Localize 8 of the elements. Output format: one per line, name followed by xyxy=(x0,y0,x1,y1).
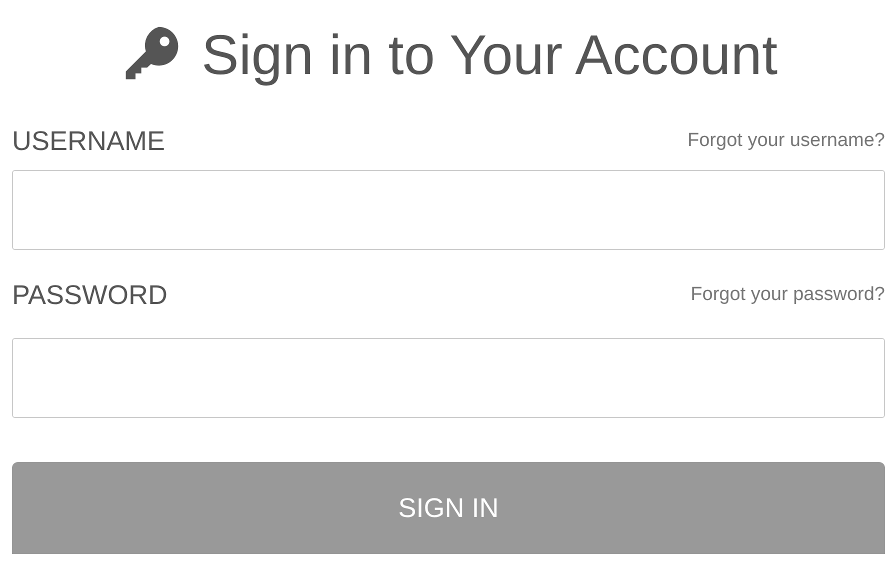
field-label: PASSWORD xyxy=(12,280,168,310)
input-field[interactable] xyxy=(12,338,885,418)
input-field[interactable] xyxy=(12,170,885,250)
forgot-link[interactable]: Forgot your password? xyxy=(690,284,885,306)
forgot-link[interactable]: Forgot your username? xyxy=(688,130,885,152)
sign-in-button[interactable]: SIGN IN xyxy=(12,462,885,554)
page-title: Sign in to Your Account xyxy=(202,22,778,86)
field-label: USERNAME xyxy=(12,126,166,156)
